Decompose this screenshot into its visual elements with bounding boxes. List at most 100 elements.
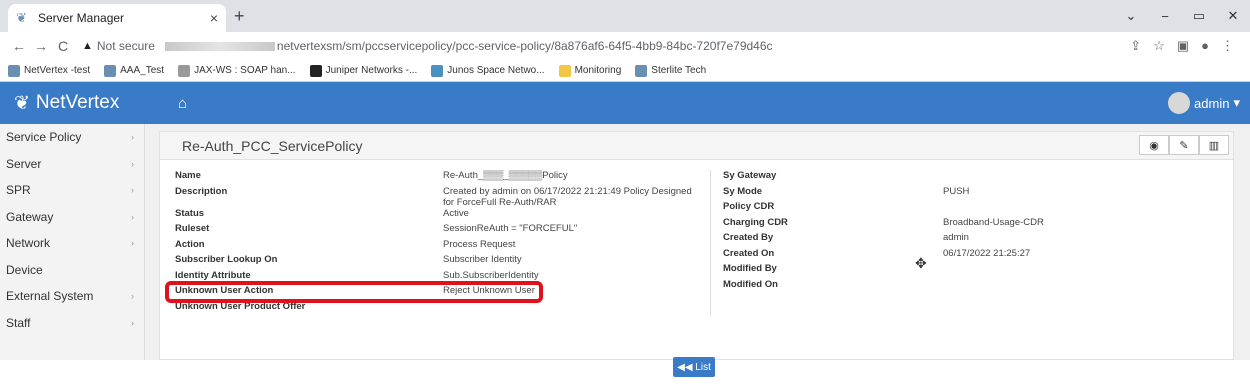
- warning-icon: ▲: [82, 40, 93, 52]
- minimize-button[interactable]: −: [1148, 9, 1182, 24]
- identity-attribute-highlight: [165, 281, 543, 303]
- sidebar-item[interactable]: Staff ›: [0, 310, 144, 337]
- detail-row: Modified On: [723, 279, 1233, 295]
- bookmark-item[interactable]: JAX-WS : SOAP han...: [178, 64, 296, 77]
- bookmark-item[interactable]: Monitoring: [558, 64, 621, 77]
- profile-icon[interactable]: ●: [1201, 38, 1209, 54]
- tab-search-icon[interactable]: ⌄: [1114, 8, 1148, 24]
- sidebar-item[interactable]: Device: [0, 257, 144, 284]
- browser-tab[interactable]: ❦ Server Manager ×: [8, 4, 226, 32]
- tab-close-icon[interactable]: ×: [210, 10, 218, 26]
- field-value: Active: [443, 207, 469, 219]
- chevron-right-icon: ›: [131, 158, 134, 169]
- field-label: Sy Mode: [723, 185, 763, 197]
- bookmark-label: NetVertex -test: [24, 65, 91, 76]
- user-menu[interactable]: admin ▾: [1168, 92, 1240, 114]
- field-label: Created On: [723, 247, 775, 259]
- sidebar-item-label: Network: [6, 236, 51, 251]
- sidebar: Service Policy › Server › SPR › Gateway › Networ…: [0, 124, 145, 360]
- sidebar-item[interactable]: Network ›: [0, 230, 144, 257]
- address-bar: ← → C ▲ Not secure netvertexsm/sm/pccser…: [0, 32, 1250, 60]
- page-title: Re-Auth_PCC_ServicePolicy: [182, 137, 363, 154]
- field-value: Sub.SubscriberIdentity: [443, 269, 539, 281]
- field-label: Created By: [723, 232, 774, 243]
- detail-row: Policy CDR: [723, 201, 1233, 217]
- detail-row: Action Process Request: [175, 239, 710, 255]
- bookmark-item[interactable]: NetVertex -test: [8, 64, 91, 77]
- caret-down-icon: ▾: [1233, 95, 1240, 110]
- detail-row: Charging CDR Broadband-Usage-CDR: [723, 217, 1233, 233]
- bookmark-item[interactable]: AAA_Test: [104, 64, 164, 77]
- restore-button[interactable]: ▭: [1182, 8, 1216, 24]
- app-header: ❦ NetVertex ⌂ admin ▾: [0, 82, 1250, 124]
- field-value[interactable]: Broadband-Usage-CDR: [943, 217, 1143, 228]
- detail-row: Created By admin: [723, 232, 1233, 248]
- field-label: Sy Gateway: [723, 170, 777, 181]
- logo-text: NetVertex: [35, 92, 120, 113]
- sidebar-item-label: SPR: [6, 183, 31, 198]
- detail-row: Created On 06/17/2022 21:25:27: [723, 248, 1233, 264]
- close-window-button[interactable]: ✕: [1216, 8, 1250, 24]
- star-icon[interactable]: ☆: [1153, 38, 1165, 54]
- share-icon[interactable]: ⇪: [1130, 38, 1141, 54]
- sidebar-item-label: Gateway: [6, 209, 54, 224]
- user-name: admin: [1194, 95, 1230, 111]
- bookmark-icon: [431, 64, 444, 77]
- reload-icon[interactable]: C: [52, 38, 74, 54]
- sidebar-item[interactable]: Server ›: [0, 151, 144, 178]
- panel-tools: ◉ ✎ ▥: [1139, 135, 1229, 155]
- detail-row: Sy Mode PUSH: [723, 186, 1233, 202]
- bookmark-item[interactable]: Juniper Networks -...: [309, 64, 417, 77]
- sidebar-item[interactable]: SPR ›: [0, 177, 144, 204]
- field-label: Action: [175, 238, 205, 250]
- sidebar-item[interactable]: External System ›: [0, 283, 144, 310]
- bookmarks-bar: NetVertex -test AAA_Test JAX-WS : SOAP han…: [0, 60, 1250, 82]
- bookmark-icon: [104, 64, 117, 77]
- detail-row: Modified By: [723, 263, 1233, 279]
- netvertex-logo[interactable]: ❦ NetVertex: [0, 92, 152, 115]
- sidepanel-icon[interactable]: ▣: [1177, 38, 1189, 54]
- field-value: Subscriber Identity: [443, 254, 522, 265]
- forward-arrow-icon[interactable]: →: [30, 38, 52, 54]
- sidebar-item[interactable]: Gateway ›: [0, 204, 144, 231]
- list-button[interactable]: ◀◀ List: [673, 357, 715, 377]
- field-label: Subscriber Lookup On: [175, 254, 278, 265]
- field-value[interactable]: admin: [943, 232, 1143, 243]
- sidebar-item-label: Device: [6, 262, 43, 277]
- sidebar-item-label: Staff: [6, 315, 31, 330]
- sidebar-item[interactable]: Service Policy ›: [0, 124, 144, 151]
- field-label: Status: [175, 207, 205, 219]
- field-label: Ruleset: [175, 223, 210, 234]
- detail-row: Status Active: [175, 208, 710, 224]
- bookmark-item[interactable]: Sterlite Tech: [635, 64, 706, 77]
- delete-trash-icon[interactable]: ▥: [1199, 135, 1229, 155]
- chevron-right-icon: ›: [131, 132, 134, 143]
- policy-details: Name Re-Auth_▒▒▒_▒▒▒▒▒Policy Description Cr…: [160, 160, 1233, 316]
- url-field[interactable]: ▲ Not secure netvertexsm/sm/pccservicepo…: [82, 39, 1130, 53]
- back-arrow-icon[interactable]: ←: [8, 38, 30, 54]
- bookmark-icon: [309, 64, 322, 77]
- detail-row: Sy Gateway: [723, 170, 1233, 186]
- panel-header: Re-Auth_PCC_ServicePolicy ◉ ✎ ▥: [160, 132, 1233, 160]
- details-right-column: Sy Gateway Sy Mode PUSH Policy CDR Charging …: [710, 170, 1233, 316]
- url-path: netvertexsm/sm/pccservicepolicy/pcc-serv…: [276, 39, 773, 53]
- field-value: Process Request: [443, 238, 516, 250]
- browser-tabstrip: ❦ Server Manager × + ⌄ − ▭ ✕: [0, 0, 1250, 32]
- field-label: Name: [175, 170, 201, 181]
- address-bar-icons: ⇪ ☆ ▣ ● ⋮: [1130, 38, 1234, 54]
- edit-pencil-icon[interactable]: ✎: [1169, 135, 1199, 155]
- new-tab-button[interactable]: +: [234, 6, 245, 27]
- sidebar-item-label: External System: [6, 289, 94, 304]
- bookmark-icon: [8, 64, 20, 77]
- chevron-right-icon: ›: [131, 291, 134, 302]
- home-icon[interactable]: ⌂: [178, 95, 187, 112]
- bookmark-icon: [635, 64, 648, 77]
- view-eye-icon[interactable]: ◉: [1139, 135, 1169, 155]
- detail-row: Description Created by admin on 06/17/202…: [175, 186, 710, 208]
- bookmark-item[interactable]: Junos Space Netwo...: [431, 64, 545, 77]
- field-label: Description: [175, 185, 228, 197]
- bookmark-label: Junos Space Netwo...: [447, 65, 545, 76]
- chevron-right-icon: ›: [131, 211, 134, 222]
- tab-title: Server Manager: [38, 11, 125, 25]
- menu-icon[interactable]: ⋮: [1221, 38, 1234, 54]
